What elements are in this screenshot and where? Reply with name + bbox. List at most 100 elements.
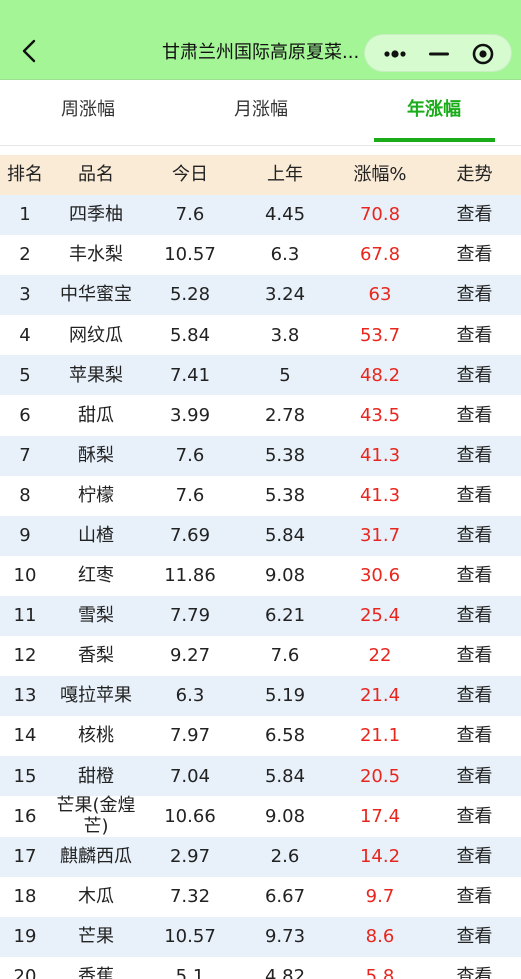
row-name: 柠檬 [78,484,114,506]
view-trend-link[interactable]: 查看 [428,596,521,636]
row-name: 芒果 [78,925,114,947]
tab-yearly[interactable]: 年涨幅 [374,80,494,144]
table-row: 13 嘎拉苹果 6.3 5.19 21.4 查看 [0,676,521,717]
table-row: 2 丰水梨 10.57 6.3 67.8 查看 [0,235,521,275]
row-last-year: 6.3 [270,244,300,266]
tab-monthly[interactable]: 月涨幅 [201,80,321,144]
period-tabs: 周涨幅 月涨幅 年涨幅 [0,80,521,146]
table-row: 9 山楂 7.69 5.84 31.7 查看 [0,515,521,556]
row-rank: 9 [19,525,31,546]
view-trend-link[interactable]: 查看 [428,796,521,836]
row-last-year: 5.84 [264,525,306,546]
row-last-year: 5.38 [264,484,306,506]
view-trend-link[interactable]: 查看 [428,315,521,355]
row-change-pct: 20.5 [359,765,401,787]
view-trend-link[interactable]: 查看 [428,476,521,516]
row-change-pct: 67.8 [359,244,401,266]
row-name-line: 芒果(金煌 [56,794,136,816]
view-trend-link[interactable]: 查看 [428,556,521,596]
row-today: 7.97 [169,725,211,747]
row-name: 麒麟西瓜 [60,845,132,867]
table-row: 10 红枣 11.86 9.08 30.6 查看 [0,556,521,596]
row-name: 甜瓜 [78,404,114,426]
row-rank: 18 [13,885,37,907]
row-rank: 15 [13,765,37,787]
row-today: 7.6 [175,204,205,226]
view-trend-link[interactable]: 查看 [428,877,521,917]
table-row: 19 芒果 10.57 9.73 8.6 查看 [0,916,521,957]
row-today: 5.28 [169,284,211,306]
view-trend-link[interactable]: 查看 [428,355,521,395]
row-last-year: 3.24 [264,284,306,306]
view-trend-link[interactable]: 查看 [428,436,521,476]
row-name: 四季柚 [69,204,123,226]
view-trend-link[interactable]: 查看 [428,275,521,315]
table-row: 6 甜瓜 3.99 2.78 43.5 查看 [0,395,521,435]
row-today: 11.86 [164,565,216,587]
view-trend-link[interactable]: 查看 [428,195,521,235]
row-name: 甜橙 [78,765,114,787]
table-row: 4 网纹瓜 5.84 3.8 53.7 查看 [0,315,521,355]
header-today: 今日 [172,164,208,186]
view-trend-link[interactable]: 查看 [428,636,521,676]
row-today: 7.04 [169,765,211,787]
table-row: 5 苹果梨 7.41 5 48.2 查看 [0,355,521,396]
row-change-pct: 30.6 [359,565,401,587]
more-dots-icon [384,50,406,58]
row-name: 红枣 [78,565,114,587]
row-rank: 19 [13,925,37,947]
row-today: 5.1 [175,966,205,979]
row-rank: 3 [19,284,31,306]
row-last-year: 3.8 [270,324,300,346]
row-today: 6.3 [175,685,205,707]
app-page: 甘肃兰州国际高原夏菜... 周涨幅 月涨幅 年涨幅 排名 品名 今日 上年 涨幅… [0,0,521,979]
row-change-pct: 43.5 [359,404,401,426]
view-trend-link[interactable]: 查看 [428,837,521,877]
row-last-year: 6.21 [264,605,306,627]
row-today: 7.79 [169,605,211,627]
row-last-year: 5.84 [264,765,306,787]
view-trend-link[interactable]: 查看 [428,676,521,716]
table-row: 14 核桃 7.97 6.58 21.1 查看 [0,716,521,756]
row-today: 10.57 [164,244,216,266]
view-trend-link[interactable]: 查看 [428,917,521,957]
table-row: 3 中华蜜宝 5.28 3.24 63 查看 [0,275,521,316]
row-name: 木瓜 [78,885,114,907]
row-change-pct: 63 [368,284,392,306]
view-trend-link[interactable]: 查看 [428,395,521,435]
row-change-pct: 48.2 [359,364,401,386]
row-rank: 8 [19,484,31,506]
row-last-year: 5.38 [264,444,306,466]
table-row: 12 香梨 9.27 7.6 22 查看 [0,636,521,676]
close-button[interactable] [471,42,495,66]
row-rank: 13 [13,685,37,707]
view-trend-link[interactable]: 查看 [428,235,521,275]
row-change-pct: 21.1 [359,725,401,747]
row-last-year: 5.19 [264,685,306,707]
minimize-button[interactable] [425,43,453,65]
row-name: 芒果(金煌 芒) [50,794,142,838]
view-trend-link[interactable]: 查看 [428,756,521,796]
tab-weekly[interactable]: 周涨幅 [28,80,148,144]
row-today: 7.41 [169,364,211,386]
row-today: 7.69 [169,525,211,546]
more-button[interactable] [381,43,409,65]
row-change-pct: 17.4 [359,805,401,827]
row-name: 香梨 [78,645,114,667]
table-row: 7 酥梨 7.6 5.38 41.3 查看 [0,435,521,476]
view-trend-link[interactable]: 查看 [428,716,521,756]
row-change-pct: 25.4 [359,605,401,627]
back-button[interactable] [14,34,46,68]
row-name-line: 芒) [83,816,109,838]
table-row: 20 香蕉 5.1 4.82 5.8 查看 [0,957,521,979]
row-last-year: 4.82 [264,966,306,979]
view-trend-link[interactable]: 查看 [428,957,521,979]
row-name: 香蕉 [78,966,114,979]
row-rank: 14 [13,725,37,747]
page-title: 甘肃兰州国际高原夏菜... [162,42,358,63]
row-change-pct: 14.2 [359,845,401,867]
view-trend-link[interactable]: 查看 [428,516,521,556]
row-name: 中华蜜宝 [60,284,132,306]
row-change-pct: 8.6 [365,925,395,947]
row-last-year: 6.67 [264,885,306,907]
